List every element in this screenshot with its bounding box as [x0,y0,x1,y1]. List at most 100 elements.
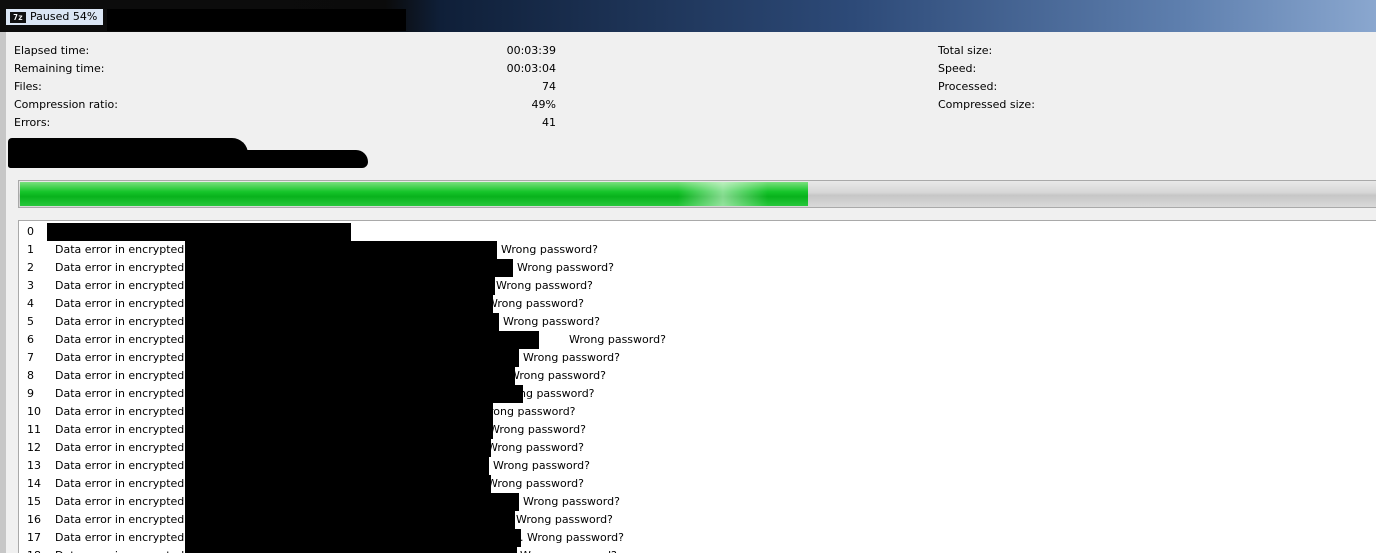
log-row-suffix: Wrong password? [487,477,584,490]
log-row[interactable]: 8 Data error in encrypted file Wrong passw… [19,367,1376,385]
log-row[interactable]: 6 Data error in encrypted file Wrong passw… [19,331,1376,349]
sevenzip-app-icon: 7z [10,11,26,23]
redaction-file-path [185,241,497,259]
log-row-message: Data error in encrypted file [55,405,205,418]
window-title-label: Paused 54% [30,10,98,23]
redaction-file-path [185,439,491,457]
log-row-message: Data error in encrypted file [55,369,205,382]
log-row-index: 18 [27,547,41,553]
redaction-file-path [47,223,351,241]
log-row-suffix: . Wrong password? [489,279,593,292]
log-row-index: 12 [27,441,41,454]
log-row-message: Data error in encrypted file [55,477,205,490]
log-row-message: Data error in encrypted file [55,351,205,364]
remaining-time-label: Remaining time: [14,62,105,75]
window-title: 7z Paused 54% [6,9,104,25]
log-row-message: Data error in encrypted file [55,441,205,454]
log-row-message: Data error in encrypted file [55,531,205,544]
log-row-message: Data error in encrypted file [55,243,205,256]
log-row-index: 4 [27,297,34,310]
log-row-message: Data error in encrypted file [55,423,205,436]
redaction-file-path [185,421,493,439]
log-row[interactable]: 13 Data error in encrypted file '. Wrong p… [19,457,1376,475]
errors-label: Errors: [14,116,51,129]
redaction-file-path [185,511,515,529]
log-row-index: 10 [27,405,41,418]
compressed-size-label: Compressed size: [938,98,1035,111]
log-row[interactable]: 10 Data error in encrypted file rong passw… [19,403,1376,421]
log-row[interactable]: 9 Data error in encrypted file ng password… [19,385,1376,403]
log-row-message: Data error in encrypted file [55,315,205,328]
log-row[interactable]: 1 Data error in encrypted file '. Wrong pa… [19,241,1376,259]
log-row-index: 1 [27,243,34,256]
log-row-message: Data error in encrypted file [55,387,205,400]
log-row[interactable]: 4 Data error in encrypted file Wrong passw… [19,295,1376,313]
redaction-file-path [185,547,517,553]
log-row-suffix: '. Wrong password? [507,261,614,274]
processed-label: Processed: [938,80,998,93]
log-row-suffix: '. Wrong password? [513,351,620,364]
redaction-file-path [185,313,499,331]
log-row-index: 17 [27,531,41,544]
log-row[interactable]: 15 Data error in encrypted file '. Wrong p… [19,493,1376,511]
redaction-file-path [185,259,513,277]
title-bar[interactable]: 7z Paused 54% [0,0,1376,32]
redaction-file-path [185,457,489,475]
log-row-message: Data error in encrypted file [55,261,205,274]
log-row-index: 16 [27,513,41,526]
errors-value: 41 [542,116,556,129]
log-row[interactable]: 14 Data error in encrypted file Wrong pass… [19,475,1376,493]
log-row-message: Data error in encrypted file [55,495,205,508]
log-row[interactable]: 18 Data error in encrypted file . Wrong pa… [19,547,1376,553]
log-row-suffix: Wrong password? [569,333,666,346]
log-row[interactable]: 7 Data error in encrypted file '. Wrong pa… [19,349,1376,367]
log-row-index: 15 [27,495,41,508]
files-value: 74 [542,80,556,93]
elapsed-time-value: 00:03:39 [506,44,556,57]
log-row-index: 7 [27,351,34,364]
log-row-index: 3 [27,279,34,292]
log-row[interactable]: 5 Data error in encrypted file '. Wrong pa… [19,313,1376,331]
log-row-index: 13 [27,459,41,472]
log-row-message: Data error in encrypted file [55,459,205,472]
files-label: Files: [14,80,42,93]
compression-ratio-label: Compression ratio: [14,98,118,111]
log-row-index: 6 [27,333,34,346]
log-row-index: 5 [27,315,34,328]
log-row-message: Data error in encrypted file [55,297,205,310]
log-row[interactable]: 17 Data error in encrypted file '. Wrong p… [19,529,1376,547]
compression-ratio-value: 49% [531,98,556,111]
log-row[interactable]: 3 Data error in encrypted file . Wrong pas… [19,277,1376,295]
redaction-file-path [185,493,519,511]
log-row[interactable]: 16 Data error in encrypted file . Wrong pa… [19,511,1376,529]
log-row-index: 11 [27,423,41,436]
redaction-file-path [185,367,515,385]
log-row-suffix: '. Wrong password? [513,495,620,508]
redaction-file-path [185,349,519,367]
progress-bar-fill [20,182,808,206]
log-row-index: 9 [27,387,34,400]
redaction-file-path [185,331,539,349]
redaction-file-path [185,529,521,547]
redaction-title [107,9,406,31]
log-row-suffix: rong password? [489,405,576,418]
redaction-file-path [185,403,493,421]
log-row[interactable]: 0 [19,223,1376,241]
log-row-suffix: Wrong password? [509,369,606,382]
log-row-suffix: '. Wrong password? [483,459,590,472]
remaining-time-value: 00:03:04 [506,62,556,75]
log-row-suffix: Wrong password? [489,423,586,436]
log-row[interactable]: 11 Data error in encrypted file Wrong pass… [19,421,1376,439]
log-row-suffix: Wrong password? [487,441,584,454]
log-row-index: 8 [27,369,34,382]
progress-bar [18,180,1376,208]
elapsed-time-label: Elapsed time: [14,44,90,57]
log-row-message: Data error in encrypted file [55,513,205,526]
redaction-file-path [185,295,493,313]
log-row-suffix: '. Wrong password? [493,315,600,328]
log-row-index: 2 [27,261,34,274]
log-row-suffix: Wrong password? [487,297,584,310]
log-row[interactable]: 2 Data error in encrypted file '. Wrong pa… [19,259,1376,277]
error-log-list[interactable]: 0 1 Data error in encrypted file '. Wrong p… [18,220,1376,553]
log-row[interactable]: 12 Data error in encrypted file Wrong pass… [19,439,1376,457]
